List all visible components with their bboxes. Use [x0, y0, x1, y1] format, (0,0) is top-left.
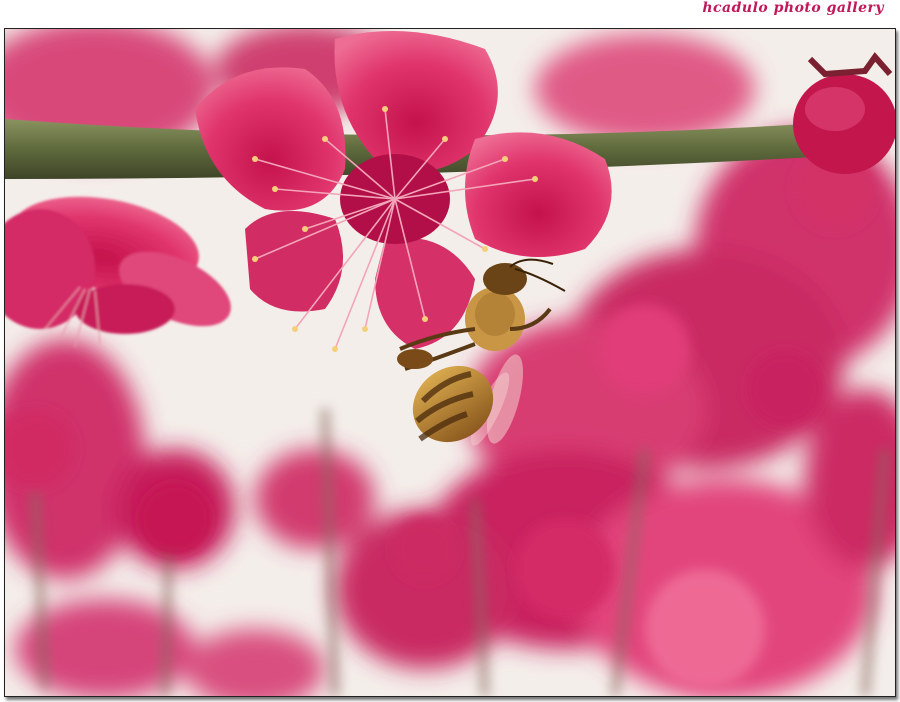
photo-image	[5, 29, 895, 696]
photo-frame	[4, 28, 896, 697]
gallery-watermark: hcadulo photo gallery	[702, 0, 884, 16]
